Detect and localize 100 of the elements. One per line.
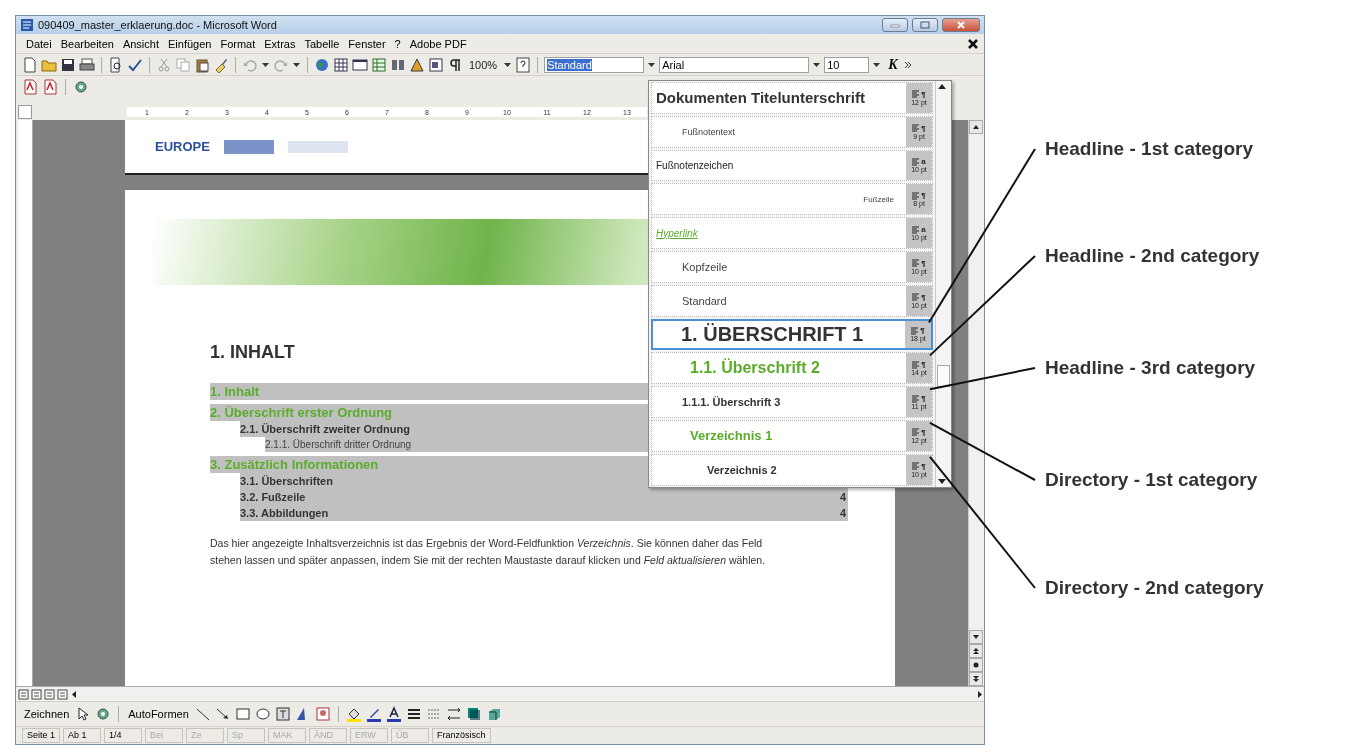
style-type-marker: ¶	[921, 123, 926, 133]
globe-icon[interactable]	[314, 56, 330, 73]
brush-icon[interactable]	[213, 56, 229, 73]
close-button[interactable]	[942, 18, 980, 32]
new-document-icon[interactable]	[22, 56, 38, 73]
menu-item[interactable]: Fenster	[348, 37, 386, 50]
style-name: Dokumenten Titelunterschrift	[655, 88, 866, 109]
left-arrow-icon[interactable]	[70, 689, 78, 699]
autoshapes-menu[interactable]: AutoFormen	[126, 708, 191, 720]
printer-icon[interactable]	[79, 56, 95, 73]
menu-item[interactable]: Format	[220, 37, 256, 50]
align-icon	[912, 259, 920, 268]
shadow-icon[interactable]	[465, 706, 482, 722]
browse-object-button[interactable]	[969, 658, 983, 672]
style-name: Fußnotentext	[681, 125, 737, 139]
minimize-button[interactable]	[882, 18, 908, 32]
caret-icon[interactable]	[812, 60, 822, 69]
save-icon[interactable]	[60, 56, 76, 73]
italic-button[interactable]: K	[884, 56, 902, 73]
gear-icon[interactable]	[95, 706, 112, 722]
font-size-dropdown[interactable]: 10	[824, 56, 870, 73]
zoom-dropdown[interactable]: 100%	[466, 58, 501, 71]
arrow-icon[interactable]	[214, 706, 231, 722]
font-color-icon[interactable]	[385, 706, 402, 722]
font-dropdown[interactable]: Arial	[659, 56, 810, 73]
pdf-icon[interactable]	[22, 79, 38, 95]
picture-icon[interactable]	[314, 706, 331, 722]
style-name: Kopfzeile	[681, 259, 729, 275]
style-list-scrollbar[interactable]	[935, 81, 951, 487]
ellipse-icon[interactable]	[254, 706, 271, 722]
line-style-icon[interactable]	[405, 706, 422, 722]
vertical-scrollbar[interactable]	[968, 120, 984, 686]
arrow-style-icon[interactable]	[445, 706, 462, 722]
line-icon[interactable]	[194, 706, 211, 722]
caret-icon[interactable]	[872, 60, 882, 69]
scroll-down-button[interactable]	[969, 630, 983, 644]
fill-bucket-icon[interactable]	[345, 706, 362, 722]
style-name: 1.1. Überschrift 2	[689, 357, 821, 379]
window-icon[interactable]	[352, 56, 368, 73]
draw-menu[interactable]: Zeichnen	[22, 708, 72, 720]
document-icon	[20, 18, 34, 32]
menu-item[interactable]: Einfügen	[168, 37, 212, 50]
align-icon	[912, 394, 920, 403]
menu-item[interactable]: Datei	[26, 37, 52, 50]
next-page-button[interactable]	[969, 672, 983, 686]
double-up-arrow-icon	[972, 647, 980, 655]
normal-view-icon[interactable]	[18, 688, 29, 700]
menu-item[interactable]: Ansicht	[122, 37, 159, 50]
close-icon[interactable]	[966, 36, 980, 51]
gear-icon[interactable]	[73, 79, 89, 95]
align-icon	[912, 90, 920, 99]
style-type-marker: a	[921, 225, 926, 235]
status-field: Französisch	[432, 728, 491, 743]
web-view-icon[interactable]	[31, 688, 42, 700]
align-icon	[912, 428, 920, 437]
help-icon[interactable]	[515, 56, 532, 73]
scroll-thumb[interactable]	[937, 365, 950, 387]
menu-item[interactable]: Adobe PDF	[409, 37, 467, 50]
outline-view-icon[interactable]	[57, 688, 68, 700]
print-preview-icon[interactable]	[108, 56, 124, 73]
callout-label: Headline - 3rd category	[1045, 357, 1256, 379]
text-box-icon[interactable]	[274, 706, 291, 722]
align-icon	[911, 326, 919, 335]
caret-icon[interactable]	[261, 60, 270, 69]
menu-item[interactable]: Tabelle	[304, 37, 340, 50]
pen-icon[interactable]	[365, 706, 382, 722]
maximize-button[interactable]	[912, 18, 938, 32]
style-name: Fußzeile	[862, 193, 895, 206]
double-down-arrow-icon	[972, 675, 980, 683]
style-name: Fußnotenzeichen	[655, 159, 735, 173]
previous-page-button[interactable]	[969, 644, 983, 658]
scroll-up-button[interactable]	[969, 120, 983, 134]
callout-label: Directory - 1st category	[1045, 469, 1258, 491]
flag-placeholder	[223, 139, 274, 154]
shapes-icon[interactable]	[409, 56, 425, 73]
status-field: ERW	[350, 728, 389, 743]
pdf-icon[interactable]	[42, 79, 58, 95]
clipboard-icon[interactable]	[194, 56, 210, 73]
spreadsheet-icon[interactable]	[371, 56, 387, 73]
page-number: 4	[839, 506, 847, 521]
align-icon	[912, 158, 920, 166]
menu-item[interactable]: ?	[394, 37, 401, 50]
style-type-marker: ¶	[921, 360, 926, 370]
window-title: 090409_master_erklaerung.doc - Microsoft Word	[38, 19, 278, 31]
menu-item[interactable]: Bearbeiten	[60, 37, 114, 50]
status-field: ÄND	[309, 728, 348, 743]
tab-selector[interactable]	[18, 105, 32, 119]
style-dropdown[interactable]: Standard	[544, 56, 645, 73]
caret-icon[interactable]	[292, 60, 301, 69]
right-arrow-icon[interactable]	[976, 689, 984, 699]
caret-icon[interactable]	[647, 60, 657, 69]
print-view-icon[interactable]	[44, 688, 55, 700]
document-map-icon[interactable]	[428, 56, 444, 73]
callout-label: Directory - 2nd category	[1045, 577, 1264, 599]
overflow-chevron-icon[interactable]	[904, 60, 913, 69]
caret-icon[interactable]	[503, 60, 513, 69]
pilcrow-icon[interactable]	[447, 56, 463, 73]
table-icon[interactable]	[333, 56, 349, 73]
menu-item[interactable]: Extras	[264, 37, 296, 50]
circle-icon	[972, 661, 980, 669]
